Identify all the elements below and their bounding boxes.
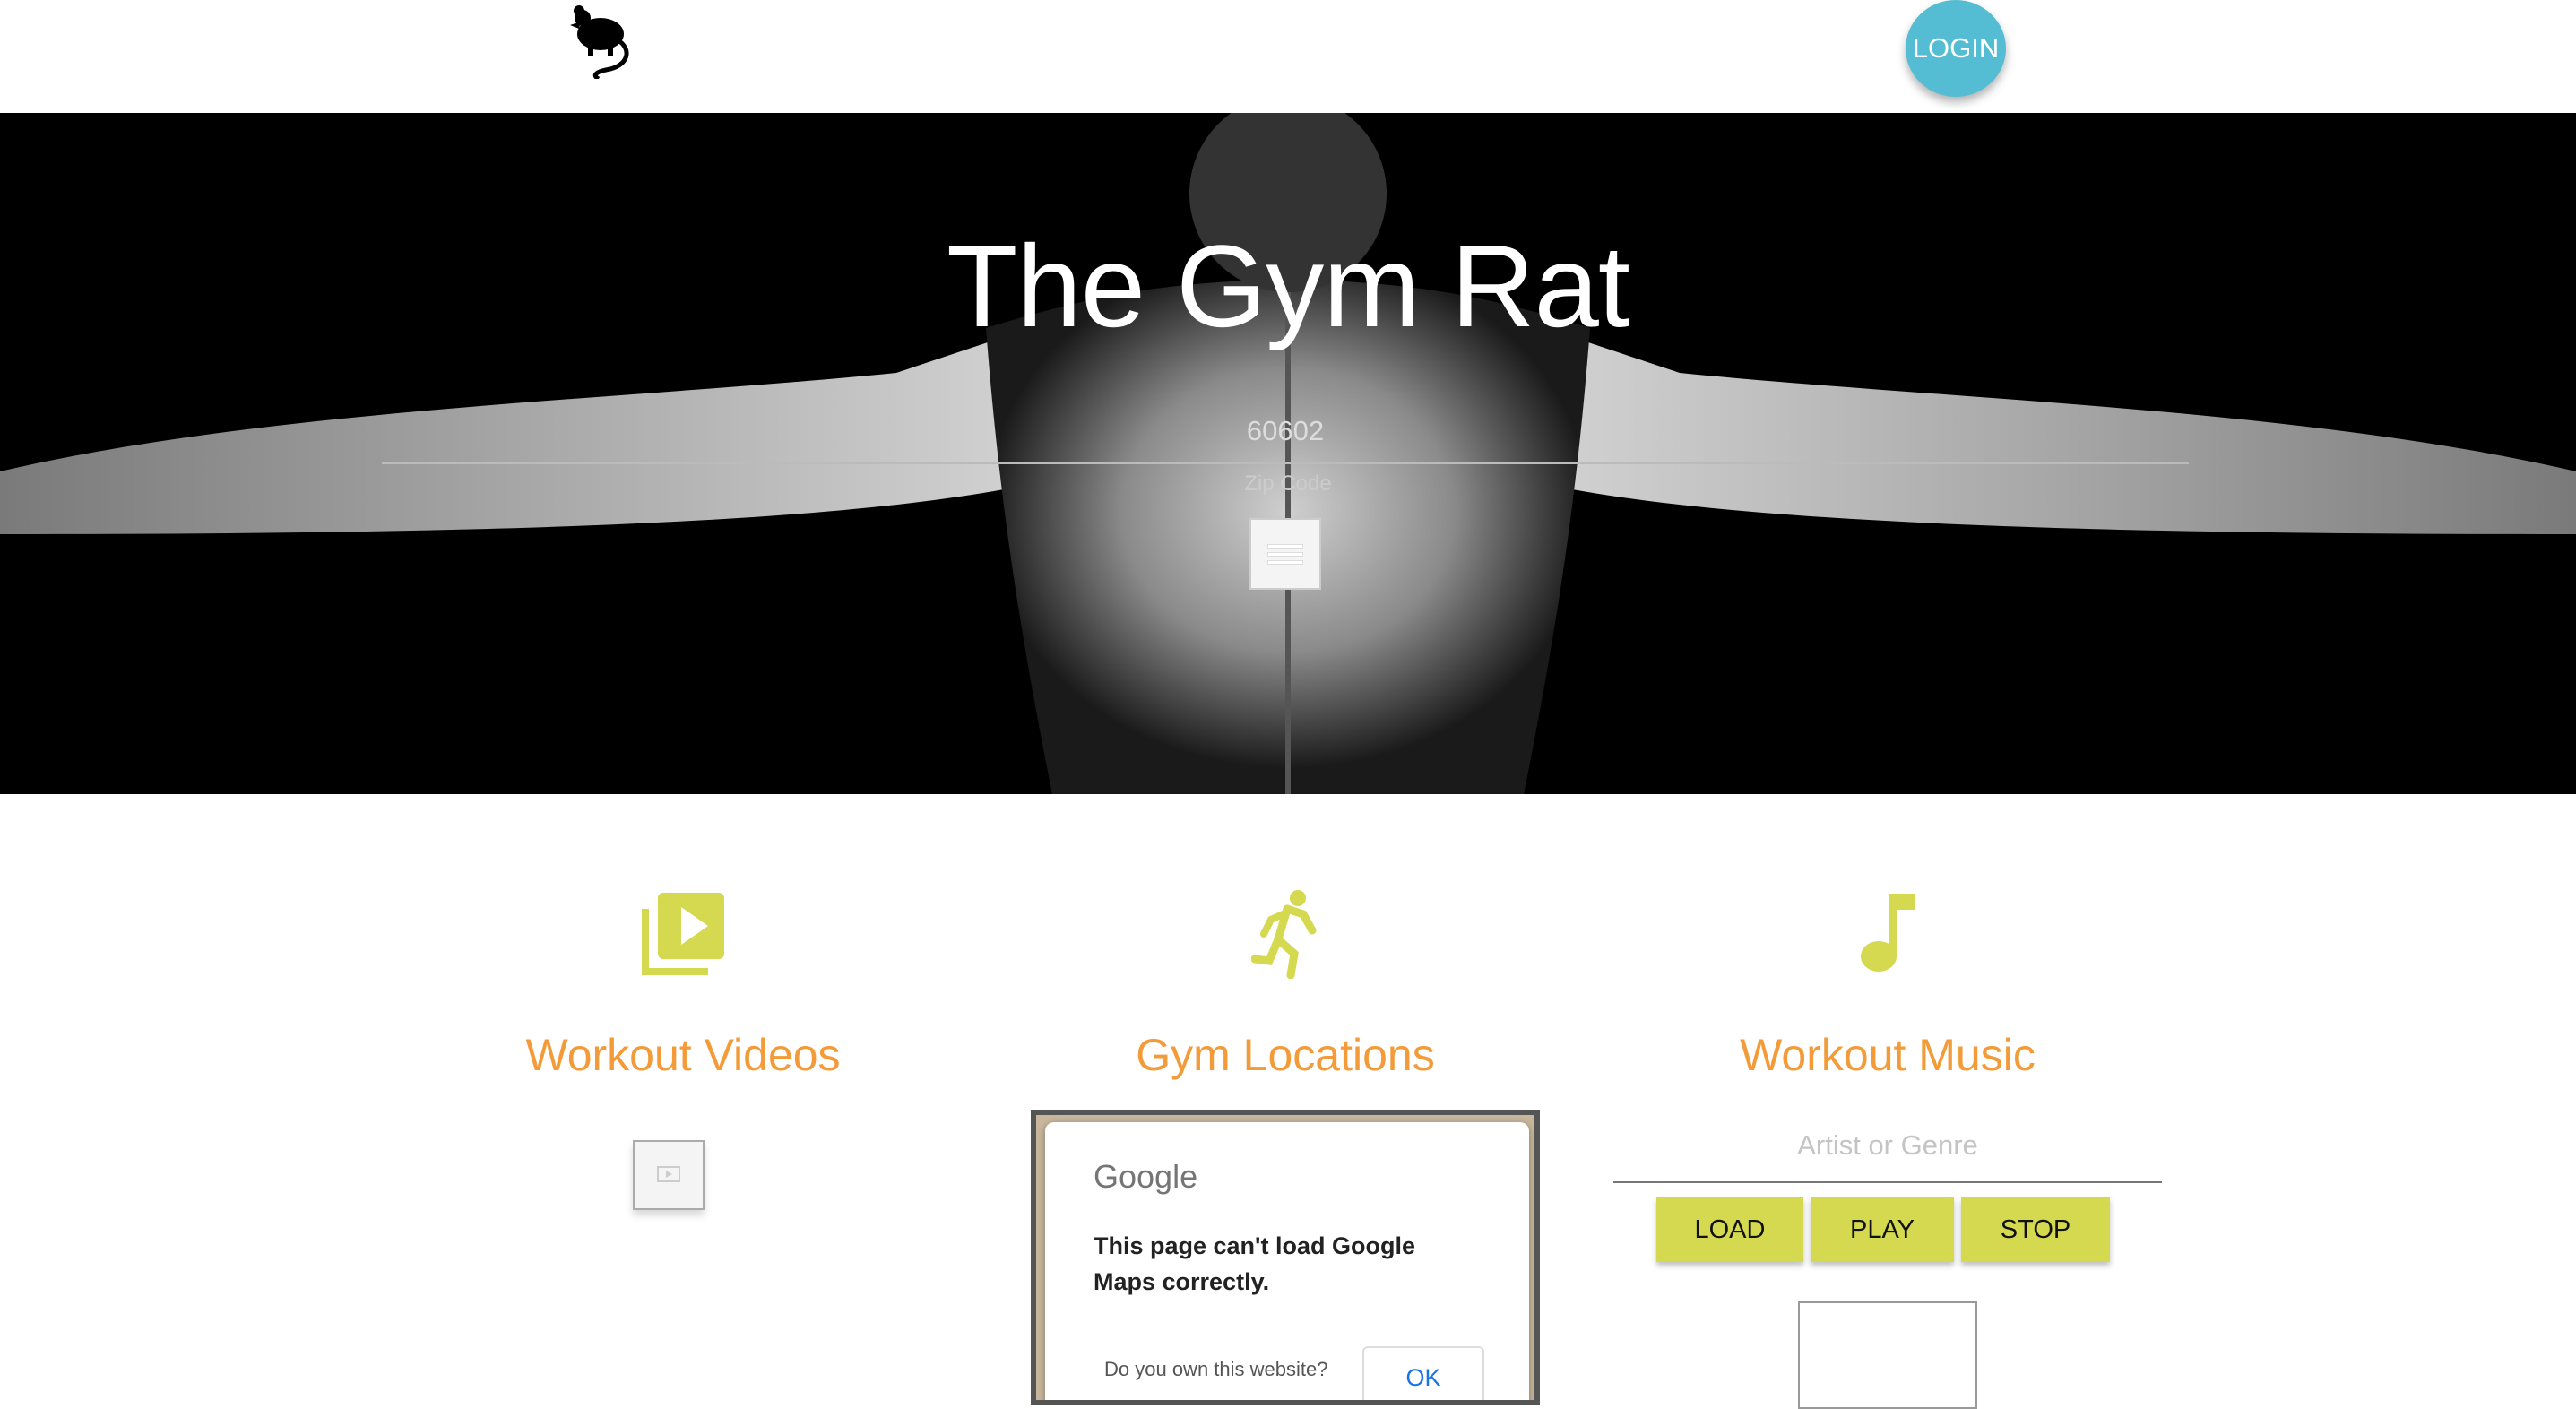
video-placeholder-icon	[657, 1166, 680, 1182]
video-player[interactable]	[633, 1140, 705, 1210]
google-logo: Google	[1094, 1158, 1198, 1195]
video-library-icon	[642, 893, 724, 975]
feature-workout-music: Workout Music	[1574, 887, 2201, 1081]
music-note-icon	[1861, 894, 1915, 972]
stop-button[interactable]: STOP	[1961, 1197, 2110, 1262]
music-controls: LOAD PLAY STOP	[1656, 1197, 2110, 1262]
hamburger-icon	[1268, 544, 1302, 548]
ok-button[interactable]: OK	[1362, 1346, 1484, 1400]
own-website-question[interactable]: Do you own this website?	[1104, 1355, 1327, 1384]
site-title: The Gym Rat	[947, 220, 1630, 351]
rat-logo-icon[interactable]	[561, 0, 638, 79]
top-navbar: LOGIN	[0, 0, 2576, 113]
map-error-message: This page can't load Google Maps correct…	[1094, 1232, 1415, 1295]
music-player[interactable]	[1798, 1301, 1977, 1409]
gym-map[interactable]: Google This page can't load Google Maps …	[1031, 1110, 1540, 1405]
feature-gym-locations: Gym Locations	[972, 887, 1599, 1081]
feature-title: Workout Music	[1740, 1030, 2036, 1080]
feature-title: Gym Locations	[1136, 1030, 1435, 1080]
zip-code-label: Zip Code	[1244, 471, 1332, 496]
play-button[interactable]: PLAY	[1811, 1197, 1954, 1262]
menu-button[interactable]	[1249, 518, 1321, 590]
map-error-dialog: Google This page can't load Google Maps …	[1045, 1122, 1529, 1400]
hero-banner: The Gym Rat Zip Code	[0, 113, 2576, 794]
running-person-icon	[1251, 890, 1317, 979]
load-button[interactable]: LOAD	[1656, 1197, 1803, 1262]
artist-genre-input[interactable]	[1613, 1110, 2162, 1183]
login-button[interactable]: LOGIN	[1906, 0, 2006, 97]
feature-title: Workout Videos	[525, 1030, 841, 1080]
zip-code-input[interactable]	[382, 400, 2189, 464]
feature-workout-videos: Workout Videos	[369, 887, 997, 1081]
